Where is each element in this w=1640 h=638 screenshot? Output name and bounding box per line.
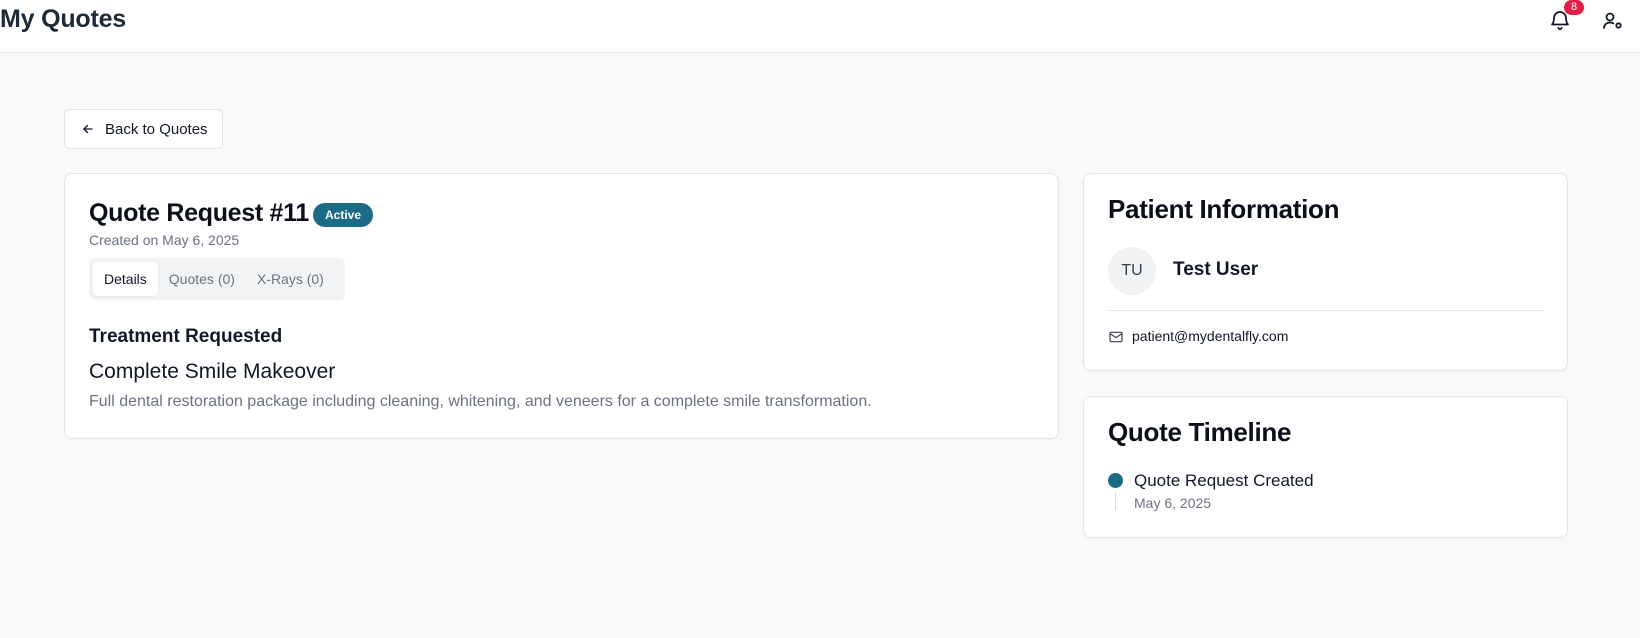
timeline-event-date: May 6, 2025 [1134, 495, 1212, 511]
quote-title: Quote Request #11 [89, 199, 309, 227]
patient-name: Test User [1173, 259, 1259, 280]
back-to-quotes-button[interactable]: Back to Quotes [64, 109, 223, 149]
quote-timeline-card: Quote Timeline Quote Request Created May… [1083, 396, 1568, 538]
patient-email: patient@mydentalfly.com [1132, 328, 1289, 344]
mail-icon [1109, 331, 1123, 343]
patient-information-card: Patient Information TU Test User patient… [1083, 173, 1568, 371]
created-date: Created on May 6, 2025 [89, 232, 240, 248]
quote-details-card: Quote Request #11 Active Created on May … [64, 173, 1059, 439]
treatment-description: Full dental restoration package includin… [89, 393, 872, 410]
tab-x-rays[interactable]: X-Rays (0) [246, 262, 335, 296]
user-settings-icon [1603, 12, 1622, 29]
arrow-left-icon [83, 124, 93, 134]
avatar: TU [1108, 247, 1156, 295]
divider [1108, 310, 1544, 311]
timeline-dot [1108, 473, 1123, 488]
timeline-line [1115, 492, 1116, 510]
tab-quotes[interactable]: Quotes (0) [158, 262, 246, 296]
notification-count-badge: 8 [1564, 0, 1584, 15]
timeline-event-label: Quote Request Created [1134, 471, 1314, 490]
quote-tabs: Details Quotes (0) X-Rays (0) [89, 258, 345, 300]
back-button-label: Back to Quotes [105, 120, 208, 138]
status-badge: Active [313, 203, 374, 227]
treatment-section-heading: Treatment Requested [89, 326, 283, 347]
patient-card-title: Patient Information [1108, 194, 1340, 224]
top-bar: My Quotes 8 [0, 0, 1640, 53]
timeline-card-title: Quote Timeline [1108, 417, 1292, 447]
treatment-name: Complete Smile Makeover [89, 360, 336, 383]
tab-details[interactable]: Details [93, 262, 158, 296]
user-menu-button[interactable] [1601, 9, 1625, 33]
page-title: My Quotes [0, 5, 126, 33]
